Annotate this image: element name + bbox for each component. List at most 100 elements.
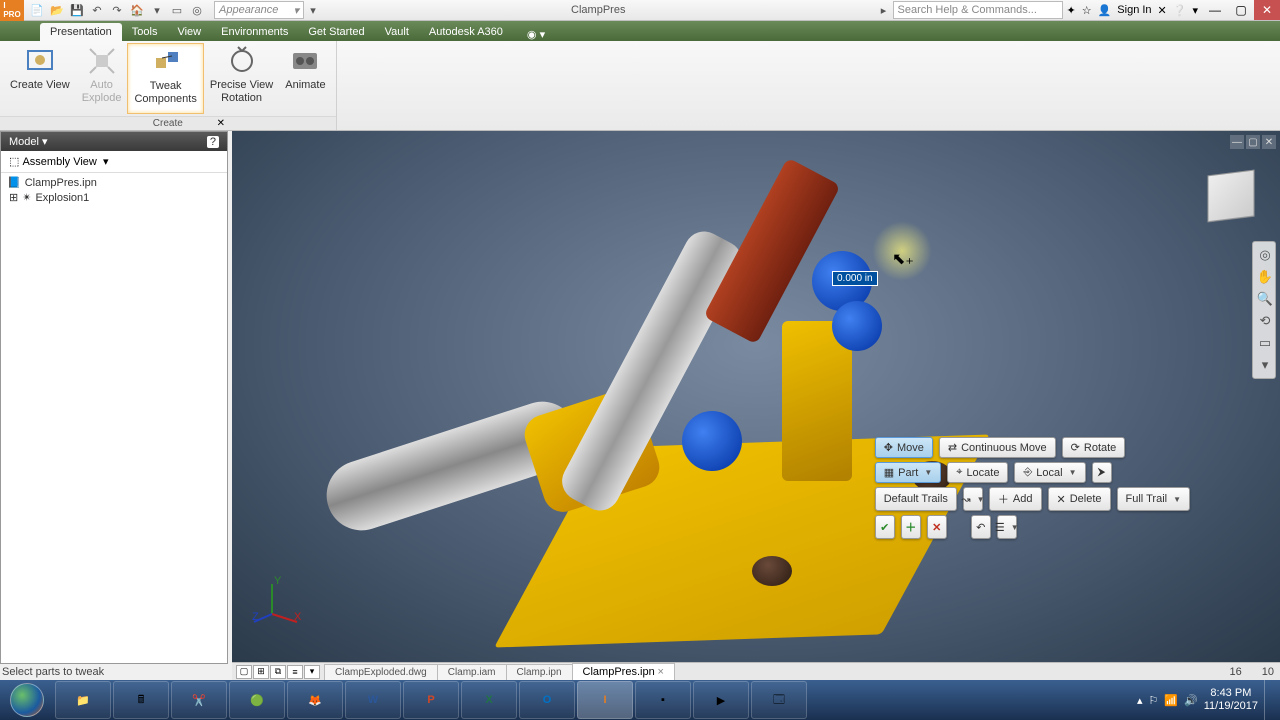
tab-environments[interactable]: Environments bbox=[211, 23, 298, 41]
material-icon[interactable]: ◎ bbox=[188, 1, 206, 19]
apply-button[interactable]: ＋ bbox=[901, 515, 921, 539]
viewport-3d[interactable]: — ▢ ✕ ◎ ✋ 🔍 ⟲ ▭ ▾ 0.000 in ⬉₊ Y X Z bbox=[232, 131, 1280, 664]
search-input[interactable]: Search Help & Commands... bbox=[893, 1, 1063, 19]
tab-get-started[interactable]: Get Started bbox=[298, 23, 374, 41]
open-icon[interactable]: 📂 bbox=[48, 1, 66, 19]
show-desktop-button[interactable] bbox=[1264, 680, 1274, 720]
tab-presentation[interactable]: Presentation bbox=[40, 23, 122, 41]
task-calculator[interactable]: 🖩 bbox=[113, 681, 169, 719]
task-generic[interactable]: 🗔 bbox=[751, 681, 807, 719]
orbit-icon[interactable]: ⟲ bbox=[1253, 310, 1277, 332]
close-tab-icon[interactable]: × bbox=[657, 666, 663, 678]
task-chrome[interactable]: 🟢 bbox=[229, 681, 285, 719]
tray-expand-icon[interactable]: ▴ bbox=[1137, 694, 1143, 707]
viewport-minimize-icon[interactable]: — bbox=[1230, 135, 1244, 149]
select-icon[interactable]: ▭ bbox=[168, 1, 186, 19]
chevron-down-icon[interactable]: ▾ bbox=[42, 136, 48, 148]
view-list-icon[interactable]: ≡ bbox=[287, 665, 303, 679]
animate-button[interactable]: Animate bbox=[279, 43, 331, 114]
title-dropdown-icon[interactable]: ▸ bbox=[875, 1, 893, 19]
signin-link[interactable]: Sign In bbox=[1117, 4, 1151, 16]
task-inventor[interactable]: I bbox=[577, 681, 633, 719]
maximize-button[interactable]: ▢ bbox=[1228, 0, 1254, 20]
tree-root[interactable]: 📘 ClampPres.ipn bbox=[5, 175, 223, 190]
nav-expand-icon[interactable]: ▾ bbox=[1253, 354, 1277, 376]
add-trail-button[interactable]: ＋Add bbox=[989, 487, 1042, 511]
view-cascade-icon[interactable]: ⧉ bbox=[270, 665, 286, 679]
cancel-button[interactable]: ✕ bbox=[927, 515, 947, 539]
rotate-button[interactable]: ⟳Rotate bbox=[1062, 437, 1126, 458]
view-tile-icon[interactable]: ⊞ bbox=[253, 665, 269, 679]
part-selector[interactable]: ▦Part▼ bbox=[875, 462, 942, 483]
assembly-view-selector[interactable]: ⬚ Assembly View ▾ bbox=[1, 151, 227, 173]
view-single-icon[interactable]: ▢ bbox=[236, 665, 252, 679]
task-word[interactable]: W bbox=[345, 681, 401, 719]
tray-volume-icon[interactable]: 🔊 bbox=[1184, 694, 1198, 707]
tray-network-icon[interactable]: 📶 bbox=[1164, 694, 1178, 707]
tab-view[interactable]: View bbox=[167, 23, 211, 41]
doc-tab[interactable]: ClampExploded.dwg bbox=[324, 664, 438, 680]
panel-help-icon[interactable]: ? bbox=[207, 136, 219, 148]
tab-tools[interactable]: Tools bbox=[122, 23, 168, 41]
tree-item-explosion[interactable]: ⊞ ✴ Explosion1 bbox=[5, 190, 223, 205]
task-excel[interactable]: X bbox=[461, 681, 517, 719]
undo-tweak-button[interactable]: ↶ bbox=[971, 515, 991, 539]
locate-button[interactable]: ⌖Locate bbox=[947, 462, 1008, 483]
tab-vault[interactable]: Vault bbox=[375, 23, 419, 41]
dimension-input[interactable]: 0.000 in bbox=[832, 271, 878, 286]
trail-style-selector[interactable]: ↝▼ bbox=[963, 487, 983, 511]
panel-close-icon[interactable]: ✕ bbox=[217, 118, 225, 129]
stud-2[interactable] bbox=[752, 556, 792, 586]
zoom-icon[interactable]: 🔍 bbox=[1253, 288, 1277, 310]
continuous-move-button[interactable]: ⇄Continuous Move bbox=[939, 437, 1056, 458]
task-outlook[interactable]: O bbox=[519, 681, 575, 719]
favorite-icon[interactable]: ☆ bbox=[1082, 4, 1092, 17]
pan-icon[interactable]: ✋ bbox=[1253, 266, 1277, 288]
qat-extra-icon[interactable]: ▾ bbox=[304, 1, 322, 19]
local-selector[interactable]: ⎆Local▼ bbox=[1014, 462, 1085, 483]
task-terminal[interactable]: ▪ bbox=[635, 681, 691, 719]
triad-toggle-button[interactable]: ⮞ bbox=[1092, 462, 1112, 483]
doc-tab[interactable]: Clamp.iam bbox=[437, 664, 507, 680]
doc-tab[interactable]: Clamp.ipn bbox=[506, 664, 573, 680]
viewcube[interactable] bbox=[1208, 170, 1255, 223]
task-media-player[interactable]: ▶ bbox=[693, 681, 749, 719]
expand-icon[interactable]: ⊞ bbox=[9, 191, 18, 204]
chevron-down-icon[interactable]: ▾ bbox=[1192, 4, 1198, 17]
lookat-icon[interactable]: ▭ bbox=[1253, 332, 1277, 354]
task-snipping[interactable]: ✂️ bbox=[171, 681, 227, 719]
new-icon[interactable]: 📄 bbox=[28, 1, 46, 19]
ribbon-extra-icon[interactable]: ◉ ▾ bbox=[527, 28, 545, 41]
appearance-selector[interactable]: Appearance ▾ bbox=[214, 1, 304, 19]
viewport-close-icon[interactable]: ✕ bbox=[1262, 135, 1276, 149]
create-view-button[interactable]: Create View bbox=[4, 43, 76, 114]
help-icon[interactable]: ❔ bbox=[1173, 4, 1187, 17]
exchange-icon[interactable]: ✕ bbox=[1158, 4, 1167, 17]
precise-view-rotation-button[interactable]: Precise View Rotation bbox=[204, 43, 279, 114]
task-powerpoint[interactable]: P bbox=[403, 681, 459, 719]
star-icon[interactable]: ✦ bbox=[1067, 4, 1076, 17]
pin-lower[interactable] bbox=[682, 411, 742, 471]
qat-dropdown-icon[interactable]: ▾ bbox=[148, 1, 166, 19]
task-firefox[interactable]: 🦊 bbox=[287, 681, 343, 719]
close-button[interactable]: ✕ bbox=[1254, 0, 1280, 20]
view-dropdown-icon[interactable]: ▾ bbox=[304, 665, 320, 679]
undo-icon[interactable]: ↶ bbox=[88, 1, 106, 19]
delete-trail-button[interactable]: ✕Delete bbox=[1048, 487, 1111, 511]
ok-button[interactable]: ✔ bbox=[875, 515, 895, 539]
home-icon[interactable]: 🏠 bbox=[128, 1, 146, 19]
full-trail-selector[interactable]: Full Trail▼ bbox=[1117, 487, 1190, 511]
pin-upper-2[interactable] bbox=[832, 301, 882, 351]
options-button[interactable]: ☰▼ bbox=[997, 515, 1017, 539]
tray-flag-icon[interactable]: ⚐ bbox=[1148, 694, 1158, 707]
redo-icon[interactable]: ↷ bbox=[108, 1, 126, 19]
doc-tab-active[interactable]: ClampPres.ipn × bbox=[572, 663, 675, 680]
save-icon[interactable]: 💾 bbox=[68, 1, 86, 19]
task-explorer[interactable]: 📁 bbox=[55, 681, 111, 719]
start-button[interactable] bbox=[0, 680, 54, 720]
tray-clock[interactable]: 8:43 PM 11/19/2017 bbox=[1204, 687, 1258, 713]
trails-selector[interactable]: Default Trails bbox=[875, 487, 957, 511]
minimize-button[interactable]: — bbox=[1202, 0, 1228, 20]
move-button[interactable]: ✥Move bbox=[875, 437, 933, 458]
viewport-restore-icon[interactable]: ▢ bbox=[1246, 135, 1260, 149]
